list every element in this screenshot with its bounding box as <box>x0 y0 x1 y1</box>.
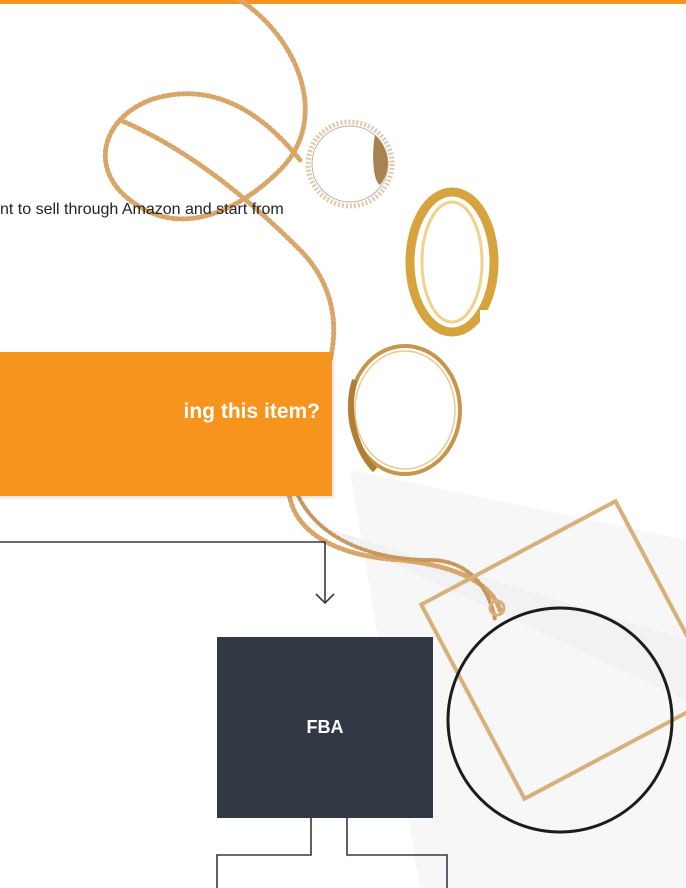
fba-node-label: FBA <box>306 717 344 737</box>
fba-node: FBA <box>217 637 433 818</box>
connector-to-fba <box>0 541 326 603</box>
connector-right-branch <box>346 818 448 888</box>
connector-left-branch <box>216 818 312 888</box>
